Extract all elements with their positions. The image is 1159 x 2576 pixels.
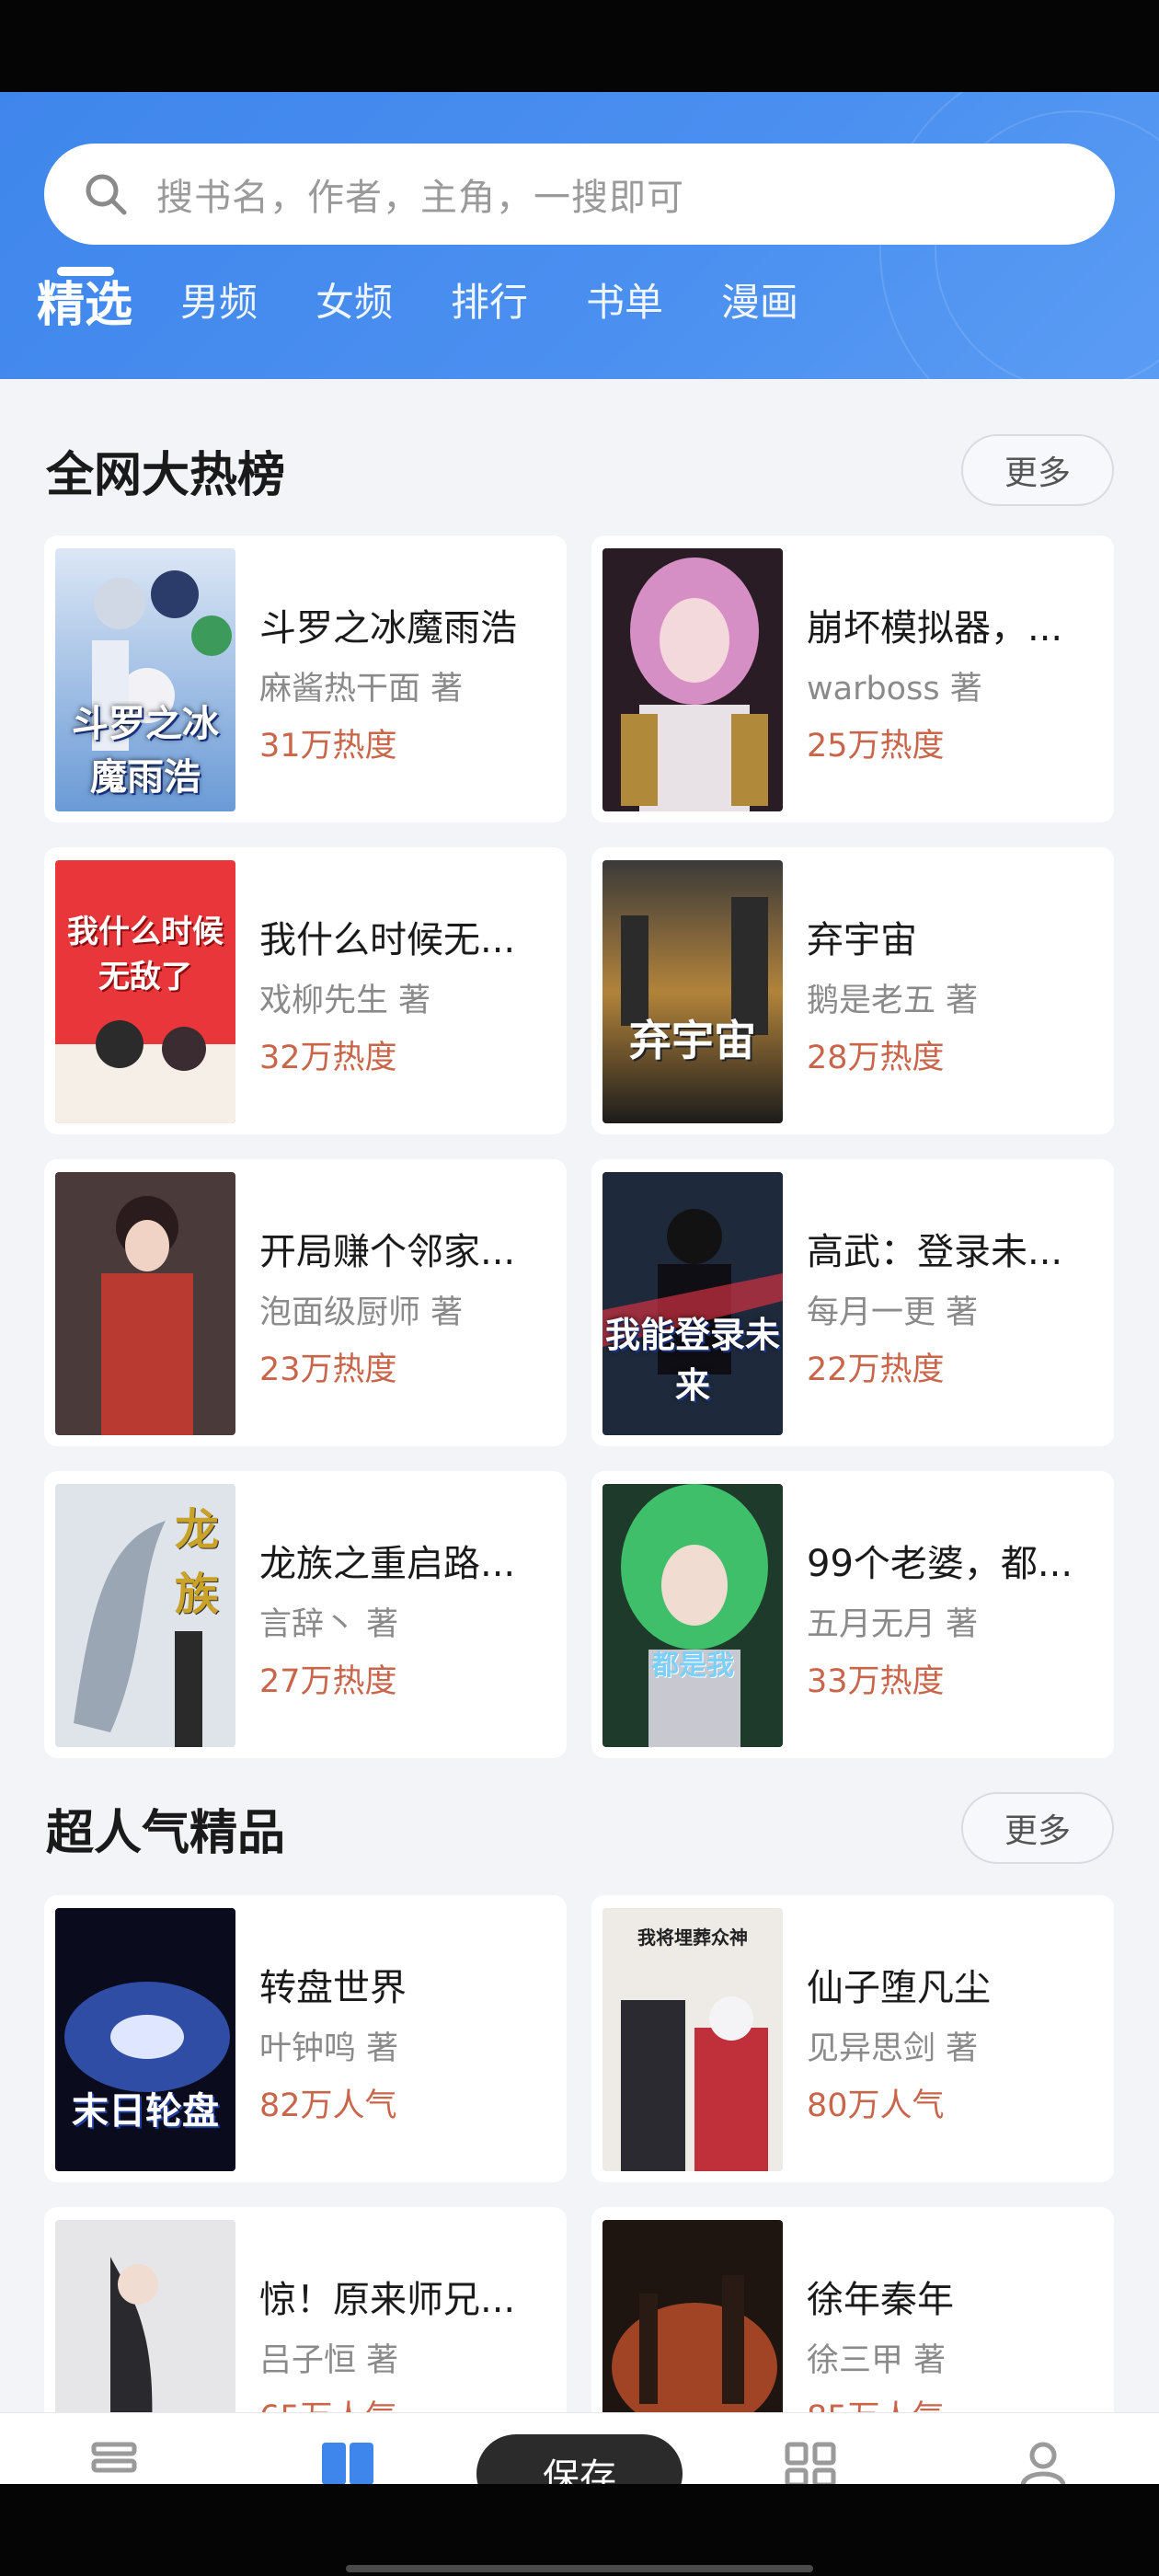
- book-heat: 33万热度: [807, 1663, 945, 1700]
- book-card[interactable]: 都是我 99个老婆，都... 五月无月 著 33万热度: [591, 1471, 1114, 1758]
- book-heat: 65万人气: [259, 2391, 397, 2412]
- book-cover: 弃宇宙: [602, 860, 783, 1123]
- main-content: 全网大热榜 更多 斗罗之冰魔雨浩 斗罗之冰魔雨浩 麻酱热干面 著 31万热度 崩…: [0, 379, 1159, 2412]
- search-icon: [86, 174, 127, 215]
- book-author: warboss 著: [807, 671, 982, 707]
- book-title: 斗罗之冰魔雨浩: [259, 607, 517, 650]
- book-heat: 25万热度: [807, 728, 945, 765]
- tab-ranking[interactable]: 排行: [451, 271, 528, 328]
- book-title: 弃宇宙: [807, 919, 917, 961]
- system-nav-bar: [0, 2484, 1159, 2576]
- book-cover: 斗罗之冰魔雨浩: [55, 548, 235, 811]
- book-heat: 80万人气: [807, 2087, 945, 2124]
- category-icon[interactable]: [784, 2439, 839, 2485]
- book-title: 开局赚个邻家...: [259, 1231, 516, 1273]
- book-heat: 27万热度: [259, 1663, 397, 1700]
- cover-title: 我将埋葬众神: [637, 1926, 748, 1949]
- book-cover: 都是我: [602, 1484, 783, 1747]
- book-city-icon[interactable]: [320, 2439, 375, 2485]
- book-title: 仙子堕凡尘: [807, 1967, 991, 2009]
- book-author: 鹅是老五 著: [807, 983, 979, 1019]
- tab-featured[interactable]: 精选: [37, 266, 132, 335]
- tab-male[interactable]: 男频: [180, 271, 258, 328]
- book-cover: [602, 2220, 783, 2412]
- book-cover: [602, 548, 783, 811]
- book-card[interactable]: 斗罗之冰魔雨浩 斗罗之冰魔雨浩 麻酱热干面 著 31万热度: [44, 535, 567, 822]
- book-cover: 末日轮盘: [55, 1908, 235, 2171]
- section-title: 全网大热榜: [46, 448, 286, 503]
- book-title: 高武：登录未...: [807, 1231, 1063, 1273]
- book-card[interactable]: 开局赚个邻家... 泡面级厨师 著 23万热度: [44, 1159, 567, 1446]
- cover-title: 龙族: [174, 1504, 219, 1620]
- book-author: 吕子恒 著: [259, 2342, 399, 2379]
- bookshelf-icon[interactable]: [86, 2439, 142, 2485]
- book-author: 每月一更 著: [807, 1294, 979, 1331]
- active-tab-indicator: [57, 267, 114, 276]
- section-title: 超人气精品: [46, 1806, 286, 1861]
- book-cover: 龙族: [55, 1484, 235, 1747]
- book-heat: 22万热度: [807, 1351, 945, 1388]
- cover-title: 我能登录未来: [604, 1315, 780, 1406]
- book-card[interactable]: 徐年秦年 徐三甲 著 85万人气: [591, 2207, 1114, 2412]
- cover-title: 末日轮盘: [72, 2090, 219, 2133]
- book-cover: 我将埋葬众神: [602, 1908, 783, 2171]
- book-heat: 23万热度: [259, 1351, 397, 1388]
- book-title: 崩坏模拟器，...: [807, 607, 1063, 650]
- cover-title: 我什么时候无敌了: [67, 914, 224, 995]
- profile-icon[interactable]: [1016, 2439, 1071, 2485]
- status-bar: [0, 0, 1159, 92]
- book-card[interactable]: 我将埋葬众神 仙子堕凡尘 见异思剑 著 80万人气: [591, 1895, 1114, 2182]
- search-placeholder: 搜书名，作者，主角，一搜即可: [156, 177, 684, 219]
- book-cover: 我能登录未来: [602, 1172, 783, 1435]
- book-heat: 85万人气: [807, 2391, 945, 2412]
- book-author: 见异思剑 著: [807, 2030, 979, 2067]
- book-cover: 我什么时候无敌了: [55, 860, 235, 1123]
- book-heat: 28万热度: [807, 1040, 945, 1076]
- book-title: 龙族之重启路...: [259, 1543, 516, 1585]
- book-title: 我什么时候无...: [259, 919, 516, 961]
- cover-title: 弃宇宙: [629, 1016, 756, 1065]
- book-card[interactable]: 崩坏模拟器，... warboss 著 25万热度: [591, 535, 1114, 822]
- book-card[interactable]: 我什么时候无敌了 我什么时候无... 戏柳先生 著 32万热度: [44, 847, 567, 1134]
- tab-comics[interactable]: 漫画: [721, 271, 798, 328]
- book-card[interactable]: 龙族 龙族之重启路... 言辞丶 著 27万热度: [44, 1471, 567, 1758]
- cover-title: 都是我: [651, 1650, 734, 1682]
- book-heat: 31万热度: [259, 728, 397, 765]
- more-button[interactable]: 更多: [961, 1792, 1114, 1864]
- book-card[interactable]: 弃宇宙 弃宇宙 鹅是老五 著 28万热度: [591, 847, 1114, 1134]
- book-title: 转盘世界: [259, 1967, 407, 2009]
- book-author: 徐三甲 著: [807, 2342, 947, 2379]
- book-heat: 32万热度: [259, 1040, 397, 1076]
- search-input[interactable]: 搜书名，作者，主角，一搜即可: [44, 144, 1115, 245]
- tab-bar: 精选 男频 女频 排行 书单 漫画: [0, 271, 1159, 373]
- home-indicator[interactable]: [346, 2565, 813, 2572]
- header: 搜书名，作者，主角，一搜即可 精选 男频 女频 排行 书单 漫画: [0, 92, 1159, 379]
- book-cover: [55, 2220, 235, 2412]
- book-title: 徐年秦年: [807, 2279, 954, 2321]
- book-card[interactable]: 末日轮盘 转盘世界 叶钟鸣 著 82万人气: [44, 1895, 567, 2182]
- book-title: 99个老婆，都...: [807, 1543, 1073, 1585]
- book-author: 戏柳先生 著: [259, 983, 431, 1019]
- book-author: 言辞丶 著: [259, 1606, 399, 1643]
- book-author: 麻酱热干面 著: [259, 671, 464, 707]
- more-button[interactable]: 更多: [961, 434, 1114, 506]
- book-heat: 82万人气: [259, 2087, 397, 2124]
- book-title: 惊！原来师兄...: [259, 2279, 516, 2321]
- cover-title: 斗罗之冰魔雨浩: [72, 703, 219, 799]
- book-author: 泡面级厨师 著: [259, 1294, 464, 1331]
- tab-booklist[interactable]: 书单: [586, 271, 663, 328]
- book-card[interactable]: 我能登录未来 高武：登录未... 每月一更 著 22万热度: [591, 1159, 1114, 1446]
- book-cover: [55, 1172, 235, 1435]
- book-author: 五月无月 著: [807, 1606, 979, 1643]
- tab-female[interactable]: 女频: [316, 271, 393, 328]
- book-author: 叶钟鸣 著: [259, 2030, 399, 2067]
- book-card[interactable]: 惊！原来师兄... 吕子恒 著 65万人气: [44, 2207, 567, 2412]
